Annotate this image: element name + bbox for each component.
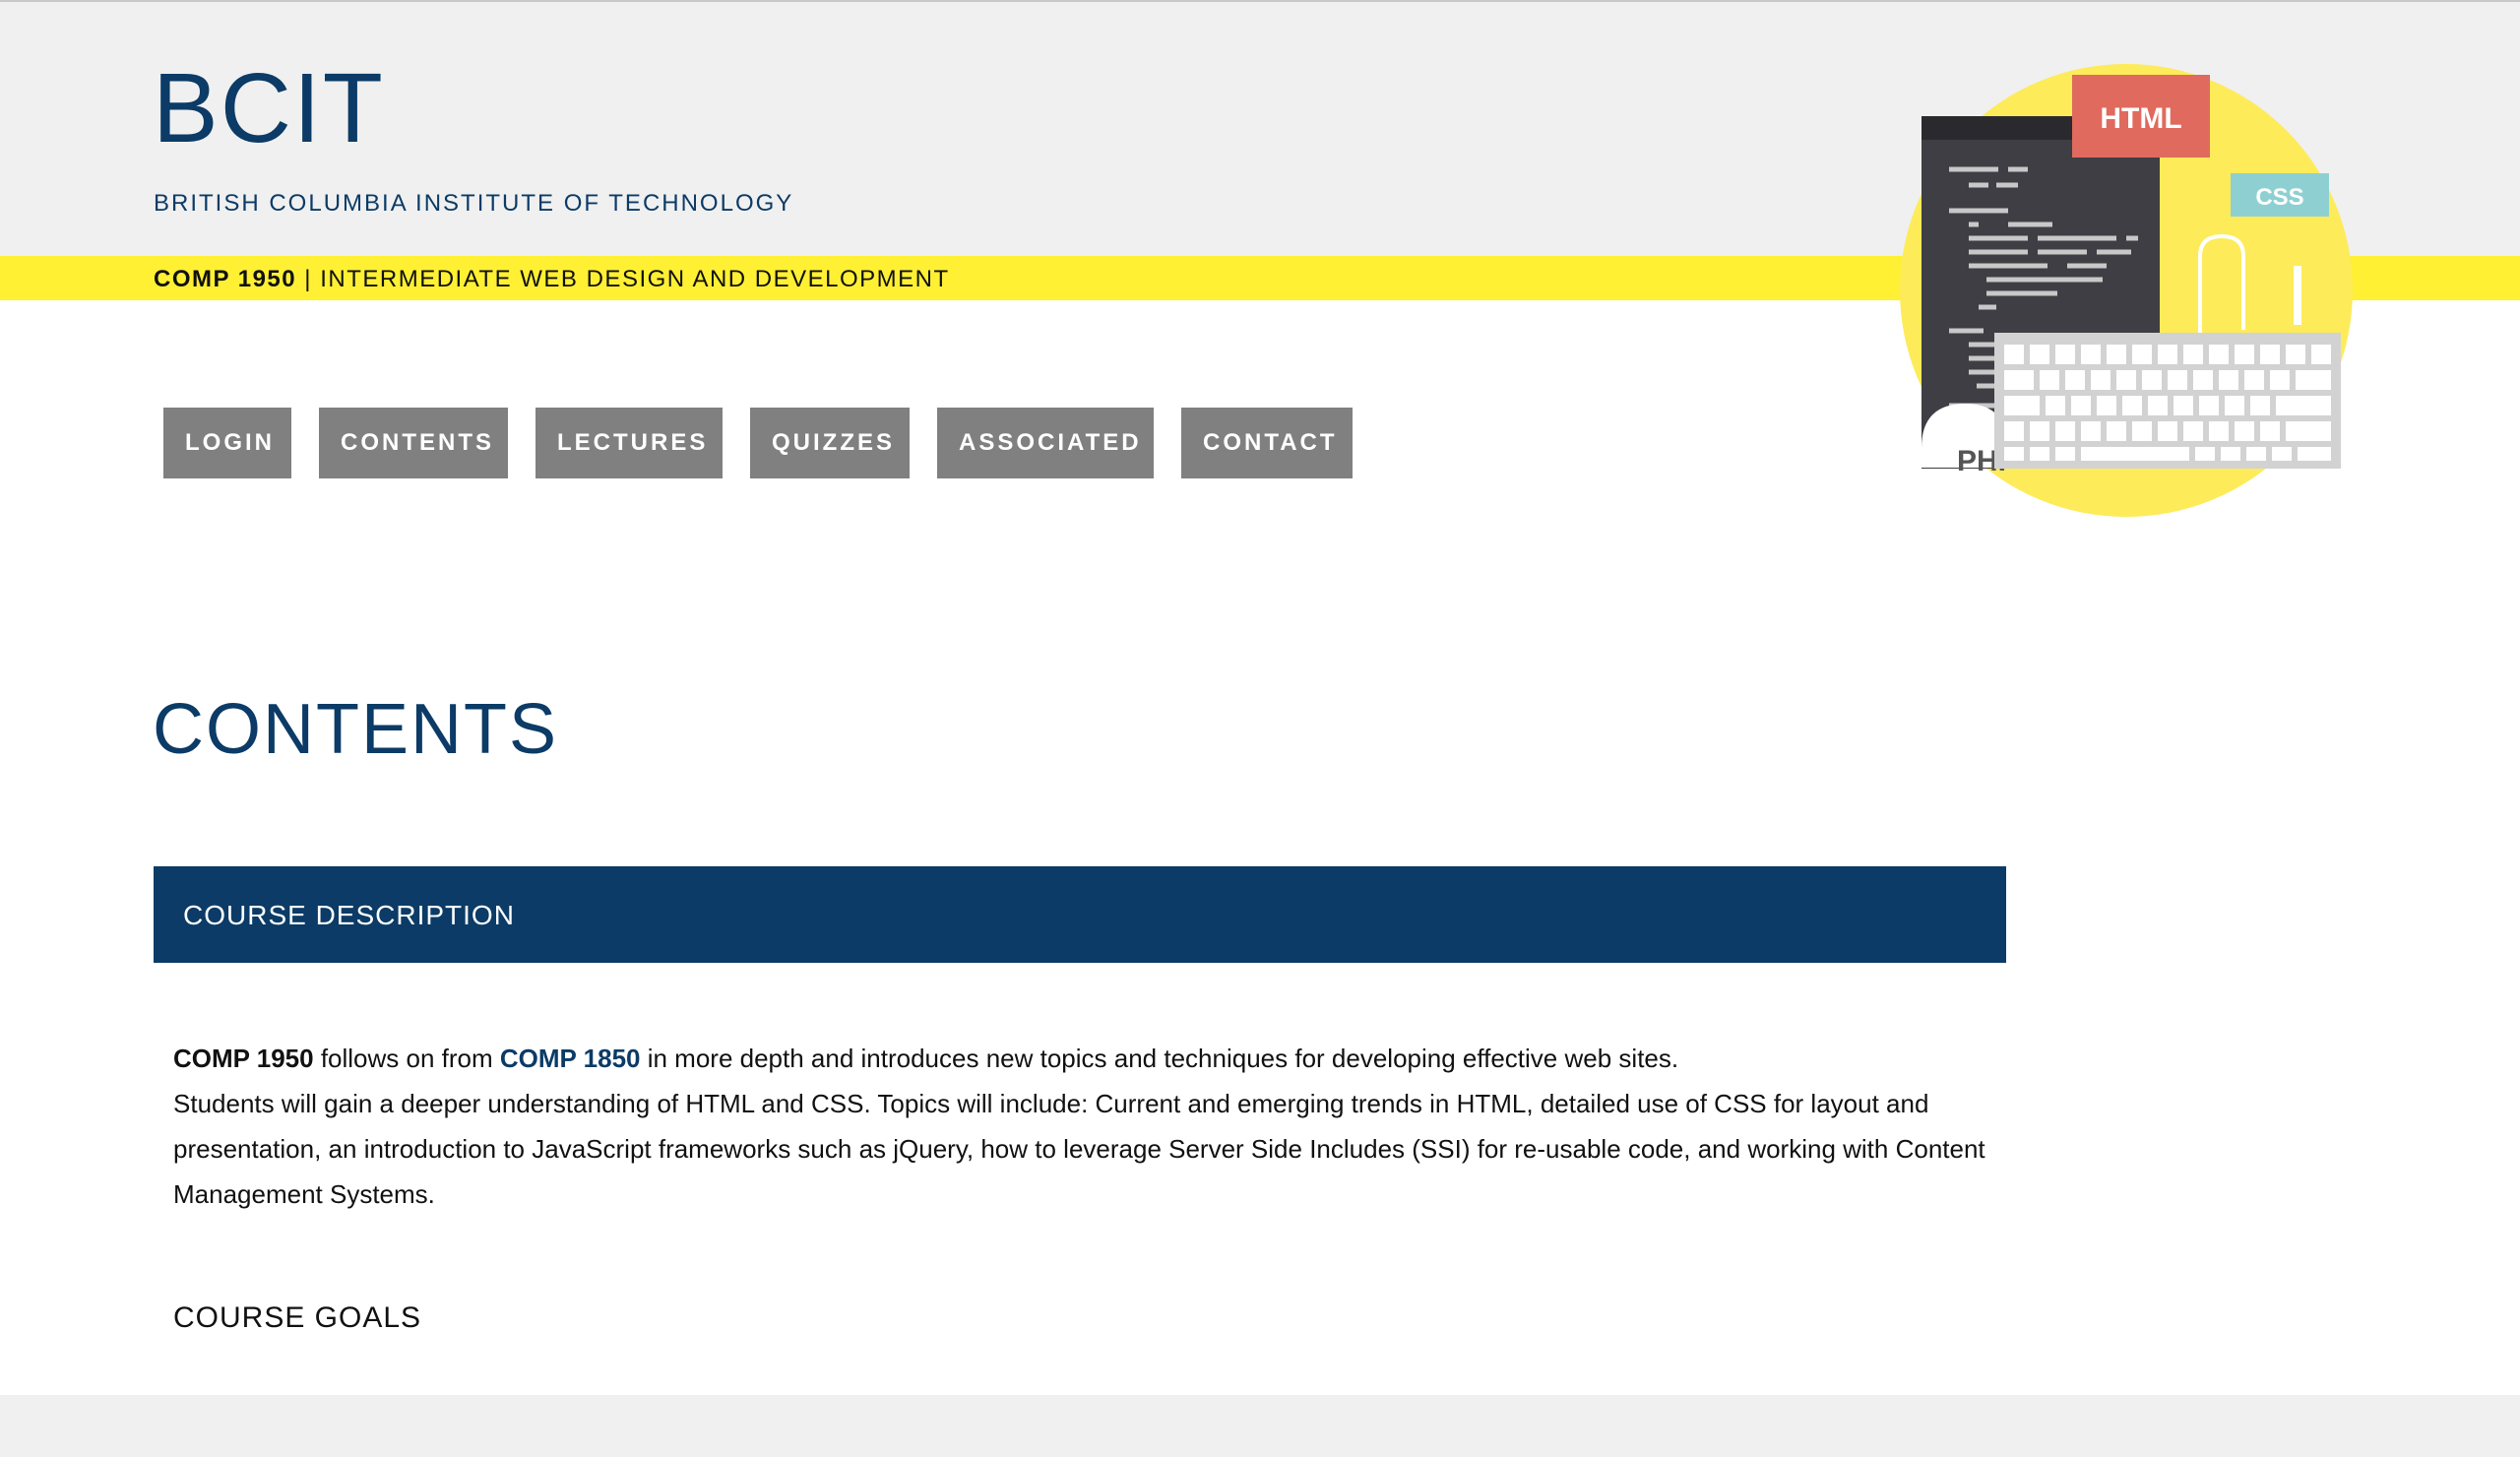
html-label: HTML [2100, 102, 2181, 135]
desc-paragraph-2: Students will gain a deeper understandin… [173, 1089, 1985, 1209]
course-code: COMP 1950 [154, 266, 297, 292]
course-goals-heading[interactable]: COURSE GOALS [173, 1301, 421, 1335]
site-logo[interactable]: BCIT [153, 59, 385, 158]
nav-contact-button[interactable]: CONTACT [1181, 408, 1353, 478]
nav-login-button[interactable]: LOGIN [163, 408, 291, 478]
site-subtitle: BRITISH COLUMBIA INSTITUTE OF TECHNOLOGY [154, 190, 794, 217]
course-description-bar[interactable]: COURSE DESCRIPTION [154, 866, 2006, 963]
nav-contents-button[interactable]: CONTENTS [319, 408, 508, 478]
desc-text-1: follows on from [313, 1044, 500, 1073]
course-name: INTERMEDIATE WEB DESIGN AND DEVELOPMENT [320, 266, 950, 292]
course-description-text: COMP 1950 follows on from COMP 1850 in m… [173, 1036, 2004, 1217]
nav-lectures-button[interactable]: LECTURES [536, 408, 723, 478]
footer-band [0, 1395, 2520, 1457]
desc-course-code: COMP 1950 [173, 1044, 314, 1073]
course-heading: COMP 1950 | INTERMEDIATE WEB DESIGN AND … [154, 266, 950, 293]
css-label: CSS [2255, 184, 2303, 211]
nav-quizzes-button[interactable]: QUIZZES [750, 408, 910, 478]
usb-plug [2294, 266, 2301, 325]
page-title: CONTENTS [153, 690, 558, 769]
web-dev-illustration: PHP HTML CSS [1900, 64, 2353, 517]
course-separator: | [296, 266, 321, 292]
nav-associated-button[interactable]: ASSOCIATED [937, 408, 1154, 478]
main-nav: LOGIN CONTENTS LECTURES QUIZZES ASSOCIAT… [163, 408, 1353, 478]
comp-1850-link[interactable]: COMP 1850 [500, 1044, 641, 1073]
desc-text-2: in more depth and introduces new topics … [640, 1044, 1679, 1073]
section-title: COURSE DESCRIPTION [183, 900, 515, 930]
